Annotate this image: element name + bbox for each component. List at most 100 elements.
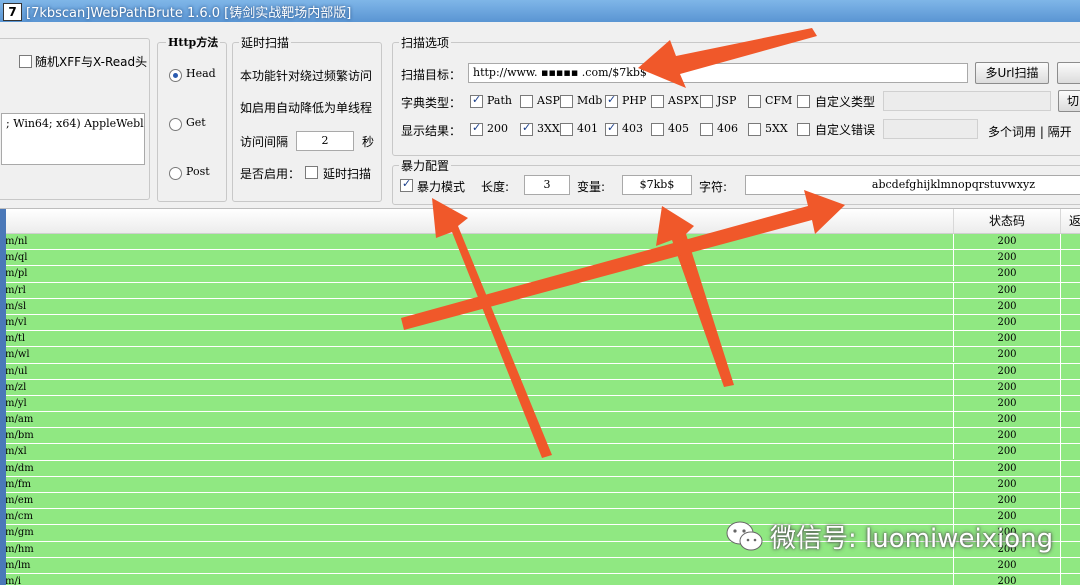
radio-head-label: Head xyxy=(186,67,216,80)
result-200-checkbox[interactable] xyxy=(470,121,483,136)
length-input[interactable]: 3 xyxy=(524,175,570,195)
row-path: m/gm xyxy=(5,527,34,539)
dict-cfm-checkbox[interactable] xyxy=(748,95,761,108)
variable-value: $7kb$ xyxy=(639,178,675,191)
custom-type-input[interactable] xyxy=(883,91,1051,111)
table-row[interactable]: m/i 200 xyxy=(0,573,1080,585)
dict-aspx-checkbox[interactable] xyxy=(651,95,664,108)
table-row[interactable]: m/em 200 xyxy=(0,493,1080,510)
dict-jsp-checkbox[interactable] xyxy=(700,95,713,108)
table-row[interactable]: m/nl 200 xyxy=(0,234,1080,251)
random-xff-checkbox[interactable] xyxy=(19,55,32,68)
delay-desc-line1: 本功能针对绕过频繁访问 xyxy=(240,69,373,83)
dict-asp-checkbox[interactable] xyxy=(520,95,533,108)
row-return-cell xyxy=(1060,557,1080,573)
row-status-code: 200 xyxy=(953,282,1060,298)
table-row[interactable]: m/bm 200 xyxy=(0,428,1080,445)
radio-post-label: Post xyxy=(186,165,210,178)
custom-error-checkbox[interactable] xyxy=(797,123,810,136)
radio-head[interactable] xyxy=(169,69,182,82)
radio-get[interactable] xyxy=(169,118,182,131)
multi-url-scan-button[interactable]: 多Url扫描 xyxy=(975,62,1049,84)
table-row[interactable]: m/yl 200 xyxy=(0,395,1080,413)
charset-value: abcdefghijklmnopqrstuvwxyz xyxy=(871,178,1035,191)
row-status-code: 200 xyxy=(953,234,1060,249)
custom-type-label: 自定义类型 xyxy=(815,95,876,109)
user-agent-text: ; Win64; x64) AppleWebl xyxy=(6,117,144,130)
brute-mode-label: 暴力模式 xyxy=(417,180,466,194)
row-return-cell xyxy=(1060,460,1080,476)
return-column-header[interactable]: 返 xyxy=(1060,209,1080,233)
row-return-cell xyxy=(1060,541,1080,557)
interval-unit: 秒 xyxy=(362,135,375,149)
dict-mdb-checkbox[interactable] xyxy=(560,95,573,108)
dict-mdb-label: Mdb xyxy=(577,94,603,107)
brute-mode-checkbox[interactable] xyxy=(400,177,413,192)
result-3xx-label: 3XX xyxy=(537,122,560,135)
delay-scan-checkbox[interactable] xyxy=(305,166,318,179)
custom-error-input[interactable] xyxy=(883,119,978,139)
row-return-cell xyxy=(1060,282,1080,298)
table-row[interactable]: m/ul 200 xyxy=(0,363,1080,380)
custom-type-checkbox[interactable] xyxy=(797,95,810,108)
table-row[interactable]: m/vl 200 xyxy=(0,314,1080,332)
row-return-cell xyxy=(1060,509,1080,525)
result-405-checkbox[interactable] xyxy=(651,123,664,136)
result-401-checkbox[interactable] xyxy=(560,123,573,136)
user-agent-field[interactable]: ; Win64; x64) AppleWebl xyxy=(1,113,145,165)
switch-button[interactable]: 切 xyxy=(1058,90,1080,112)
row-path: m/ql xyxy=(5,252,28,264)
row-path: m/i xyxy=(5,575,22,585)
row-path: m/tl xyxy=(5,333,26,345)
table-row[interactable]: m/dm 200 xyxy=(0,460,1080,477)
table-row[interactable]: m/rl 200 xyxy=(0,282,1080,299)
table-row[interactable]: m/xl 200 xyxy=(0,444,1080,461)
row-return-cell xyxy=(1060,314,1080,331)
table-row[interactable]: m/sl 200 xyxy=(0,298,1080,315)
row-status-code: 200 xyxy=(953,412,1060,428)
row-status-code: 200 xyxy=(953,266,1060,282)
row-path: m/am xyxy=(5,414,34,426)
table-row[interactable]: m/lm 200 xyxy=(0,557,1080,574)
charset-input[interactable]: abcdefghijklmnopqrstuvwxyz xyxy=(745,175,1080,195)
result-5xx-label: 5XX xyxy=(765,122,788,135)
table-row[interactable]: m/wl 200 xyxy=(0,347,1080,364)
target-url-input[interactable]: http://www. ▪▪▪▪▪ .com/$7kb$ xyxy=(468,63,968,83)
table-row[interactable]: m/pl 200 xyxy=(0,266,1080,283)
extra-button[interactable] xyxy=(1057,62,1080,84)
row-path: m/bm xyxy=(5,430,34,442)
dict-path-label: Path xyxy=(487,94,512,107)
variable-input[interactable]: $7kb$ xyxy=(622,175,692,195)
table-row[interactable]: m/fm 200 xyxy=(0,476,1080,493)
dict-path-checkbox[interactable] xyxy=(470,93,483,108)
radio-post[interactable] xyxy=(169,167,182,180)
row-return-cell xyxy=(1060,250,1080,266)
row-path: m/ul xyxy=(5,365,28,377)
row-path: m/nl xyxy=(5,236,28,247)
row-status-code: 200 xyxy=(953,428,1060,444)
result-5xx-checkbox[interactable] xyxy=(748,123,761,136)
delay-scan-title: 延时扫描 xyxy=(239,34,292,51)
settings-panel: 随机XFF与X-Read头 ; Win64; x64) AppleWebl Ht… xyxy=(0,22,1080,209)
result-403-checkbox[interactable] xyxy=(605,121,618,136)
delay-scan-checkbox-label: 延时扫描 xyxy=(323,167,372,181)
table-row[interactable]: m/tl 200 xyxy=(0,331,1080,348)
row-status-code: 200 xyxy=(953,298,1060,314)
row-status-code: 200 xyxy=(953,493,1060,508)
status-code-column-header[interactable]: 状态码 xyxy=(953,209,1060,233)
dict-php-label: PHP xyxy=(622,94,647,107)
interval-input[interactable]: 2 xyxy=(296,131,354,151)
table-row[interactable]: m/zl 200 xyxy=(0,379,1080,396)
row-path: m/cm xyxy=(5,511,33,523)
table-row[interactable]: m/am 200 xyxy=(0,412,1080,429)
row-path: m/hm xyxy=(5,543,34,555)
dict-php-checkbox[interactable] xyxy=(605,93,618,108)
table-row[interactable]: m/ql 200 xyxy=(0,250,1080,267)
result-406-checkbox[interactable] xyxy=(700,123,713,136)
row-return-cell xyxy=(1060,347,1080,363)
row-status-code: 200 xyxy=(953,573,1060,585)
result-3xx-checkbox[interactable] xyxy=(520,121,533,136)
row-path: m/wl xyxy=(5,349,30,361)
result-401-label: 401 xyxy=(577,122,598,135)
watermark-text: 微信号: luomiweixiong xyxy=(770,524,1054,554)
